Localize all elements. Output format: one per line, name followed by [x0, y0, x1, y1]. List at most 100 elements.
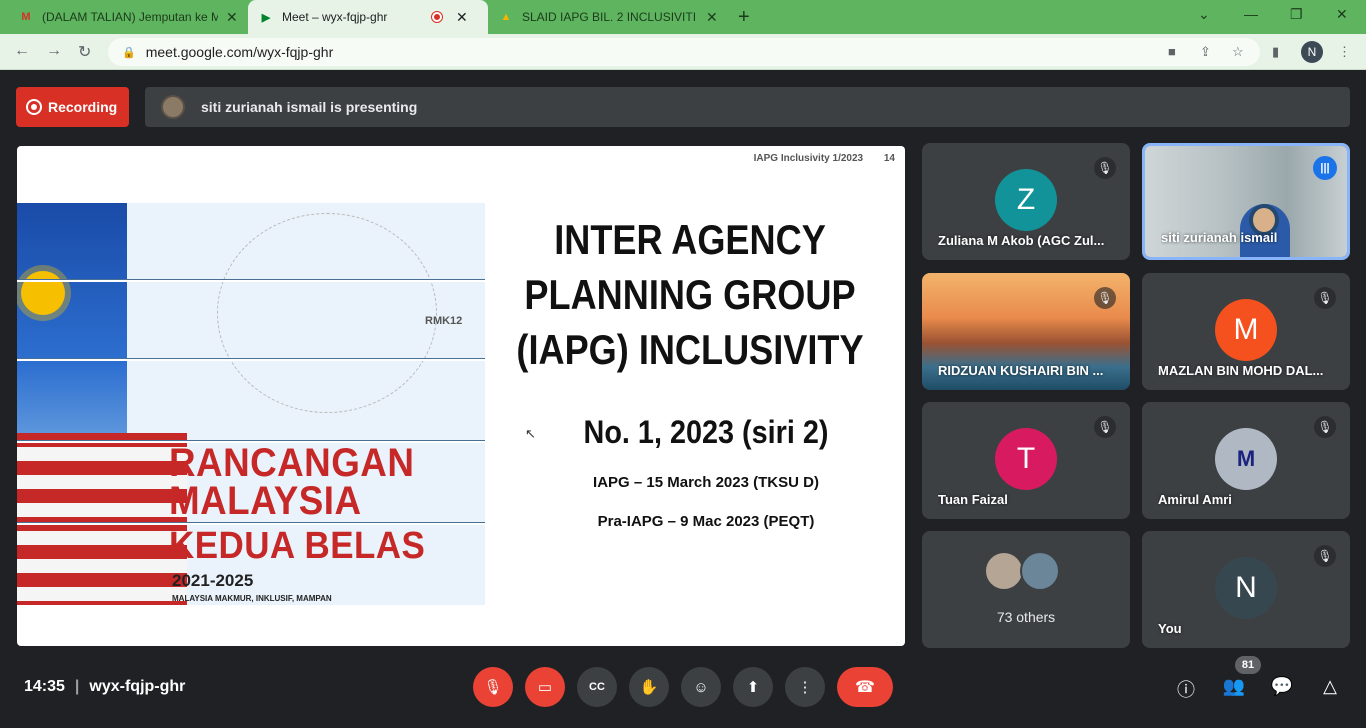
present-screen-button[interactable]: ⬆ [733, 667, 773, 707]
mouse-cursor-icon: ↖ [525, 426, 536, 441]
participant-name: MAZLAN BIN MOHD DAL... [1158, 363, 1324, 378]
divider [17, 358, 485, 361]
profile-avatar[interactable]: N [1301, 41, 1323, 63]
illustration-graphic [217, 213, 437, 413]
avatar: Z [995, 169, 1057, 231]
participant-name: Amirul Amri [1158, 492, 1232, 507]
current-time: 14:35 [24, 678, 65, 695]
close-icon[interactable]: ✕ [456, 9, 468, 26]
close-icon[interactable]: ✕ [226, 9, 238, 26]
slide-title-line: INTER AGENCY [554, 216, 826, 263]
mic-toggle-button[interactable]: 🎙 [473, 667, 513, 707]
menu-icon[interactable]: ⋮ [1338, 44, 1351, 60]
close-window-button[interactable]: ✕ [1336, 6, 1348, 23]
minimize-button[interactable]: — [1244, 6, 1258, 22]
participant-name: Zuliana M Akob (AGC Zul... [938, 233, 1105, 248]
participant-tile[interactable]: 🎙 RIDZUAN KUSHAIRI BIN ... [922, 273, 1130, 390]
new-tab-button[interactable]: + [738, 6, 750, 29]
tab-title: (DALAM TALIAN) Jemputan ke M [42, 10, 218, 24]
url-bar[interactable]: 🔒 meet.google.com/wyx-fqjp-ghr [108, 38, 1260, 66]
recording-label: Recording [48, 99, 118, 115]
participant-name: You [1158, 621, 1182, 636]
rmk-logo: RMK12 [425, 315, 463, 327]
star-icon[interactable]: ☆ [1232, 44, 1244, 60]
presentation-screen: IAPG Inclusivity 1/2023 14 RMK12 RANCANG… [17, 146, 905, 646]
share-icon[interactable]: ⇪ [1200, 44, 1211, 60]
meeting-details-button[interactable]: ⓘ [1173, 676, 1199, 702]
slide-date-line-1: IAPG – 15 March 2023 (TKSU D) [593, 474, 819, 491]
raise-hand-button[interactable]: ✋ [629, 667, 669, 707]
tab-search-icon[interactable]: ⌄ [1198, 6, 1210, 23]
flag-stripes [17, 433, 187, 605]
presenting-text: siti zurianah ismail is presenting [201, 99, 418, 115]
mic-off-icon: 🎙 [1094, 287, 1116, 309]
activities-button[interactable]: △ [1317, 676, 1343, 697]
others-tile[interactable]: 73 others [922, 531, 1130, 648]
address-bar-row: ← → ↻ 🔒 meet.google.com/wyx-fqjp-ghr ■ ⇪… [0, 34, 1366, 70]
avatar: T [995, 428, 1057, 490]
meet-icon: ▶ [261, 11, 271, 24]
avatar-badge-image: M [1215, 428, 1277, 490]
camera-icon[interactable]: ■ [1168, 44, 1176, 59]
slide-header: IAPG Inclusivity 1/2023 14 [754, 153, 895, 164]
camera-toggle-button[interactable]: ▭ [525, 667, 565, 707]
tab-meet[interactable]: ▶ Meet – wyx-fqjp-ghr ✕ [248, 0, 488, 34]
restore-button[interactable]: ❐ [1290, 6, 1303, 23]
recording-button[interactable]: Recording [16, 87, 129, 127]
leave-call-button[interactable]: ☎ [837, 667, 893, 707]
avatar [984, 551, 1024, 591]
flag-sun-icon [21, 271, 65, 315]
slide-page-number: 14 [883, 153, 895, 164]
tab-title: SLAID IAPG BIL. 2 INCLUSIVITI - Go [522, 10, 698, 24]
mic-off-icon: 🎙 [1314, 545, 1336, 567]
poster-years: 2021-2025 [172, 571, 254, 590]
slide-title-line: (IAPG) INCLUSIVITY [516, 326, 864, 373]
slide-number-text: No. 1, 2023 (siri 2) [583, 414, 829, 450]
sidepanel-icon[interactable]: ▮ [1272, 44, 1279, 60]
participant-tile[interactable]: M 🎙 MAZLAN BIN MOHD DAL... [1142, 273, 1350, 390]
participant-name: Tuan Faizal [938, 492, 1008, 507]
back-button[interactable]: ← [14, 42, 30, 60]
gmail-icon: M [21, 11, 31, 23]
avatar: M [1215, 299, 1277, 361]
forward-button[interactable]: → [46, 42, 62, 60]
rmk12-poster: RMK12 RANCANGAN MALAYSIA KEDUA BELAS 202… [17, 203, 485, 605]
slide-title-line: PLANNING GROUP [524, 271, 856, 318]
mic-off-icon: 🎙 [1094, 416, 1116, 438]
avatar: N [1215, 557, 1277, 619]
reload-button[interactable]: ↻ [78, 42, 91, 62]
chat-button[interactable]: 💬 [1269, 676, 1295, 697]
speaking-indicator-icon: ||| [1313, 156, 1337, 180]
close-icon[interactable]: ✕ [706, 9, 718, 26]
mic-off-icon: 🎙 [1314, 287, 1336, 309]
mic-off-icon: 🎙 [1094, 157, 1116, 179]
tab-title: Meet – wyx-fqjp-ghr [282, 10, 388, 24]
slide-date-line-2: Pra-IAPG – 9 Mac 2023 (PEQT) [597, 513, 815, 530]
emoji-button[interactable]: ☺ [681, 667, 721, 707]
presenting-banner: siti zurianah ismail is presenting [145, 87, 1350, 127]
participant-tile-speaking[interactable]: ||| siti zurianah ismail [1142, 143, 1350, 260]
browser-tab-bar: M (DALAM TALIAN) Jemputan ke M ✕ ▶ Meet … [0, 0, 1366, 34]
record-icon [26, 99, 42, 115]
others-avatars [984, 551, 1060, 591]
tab-drive[interactable]: ▲ SLAID IAPG BIL. 2 INCLUSIVITI - Go ✕ [488, 0, 728, 34]
lock-icon[interactable]: 🔒 [122, 46, 136, 59]
poster-line-3: KEDUA BELAS [169, 525, 426, 567]
url-text: meet.google.com/wyx-fqjp-ghr [145, 44, 334, 60]
people-count-badge: 81 [1235, 656, 1261, 674]
captions-button[interactable]: CC [577, 667, 617, 707]
divider [17, 279, 485, 282]
self-tile[interactable]: N 🎙 You [1142, 531, 1350, 648]
participant-tile[interactable]: Z 🎙 Zuliana M Akob (AGC Zul... [922, 143, 1130, 260]
people-button[interactable]: 👥 [1221, 676, 1247, 697]
drive-icon: ▲ [500, 11, 512, 23]
avatar [1020, 551, 1060, 591]
meeting-code: wyx-fqjp-ghr [89, 678, 186, 695]
presenter-avatar [161, 95, 185, 119]
more-options-button[interactable]: ⋮ [785, 667, 825, 707]
recording-dot-icon [432, 12, 442, 22]
tab-gmail[interactable]: M (DALAM TALIAN) Jemputan ke M ✕ [8, 0, 248, 34]
participant-name: siti zurianah ismail [1161, 230, 1278, 245]
participant-tile[interactable]: T 🎙 Tuan Faizal [922, 402, 1130, 519]
participant-tile[interactable]: M 🎙 Amirul Amri [1142, 402, 1350, 519]
